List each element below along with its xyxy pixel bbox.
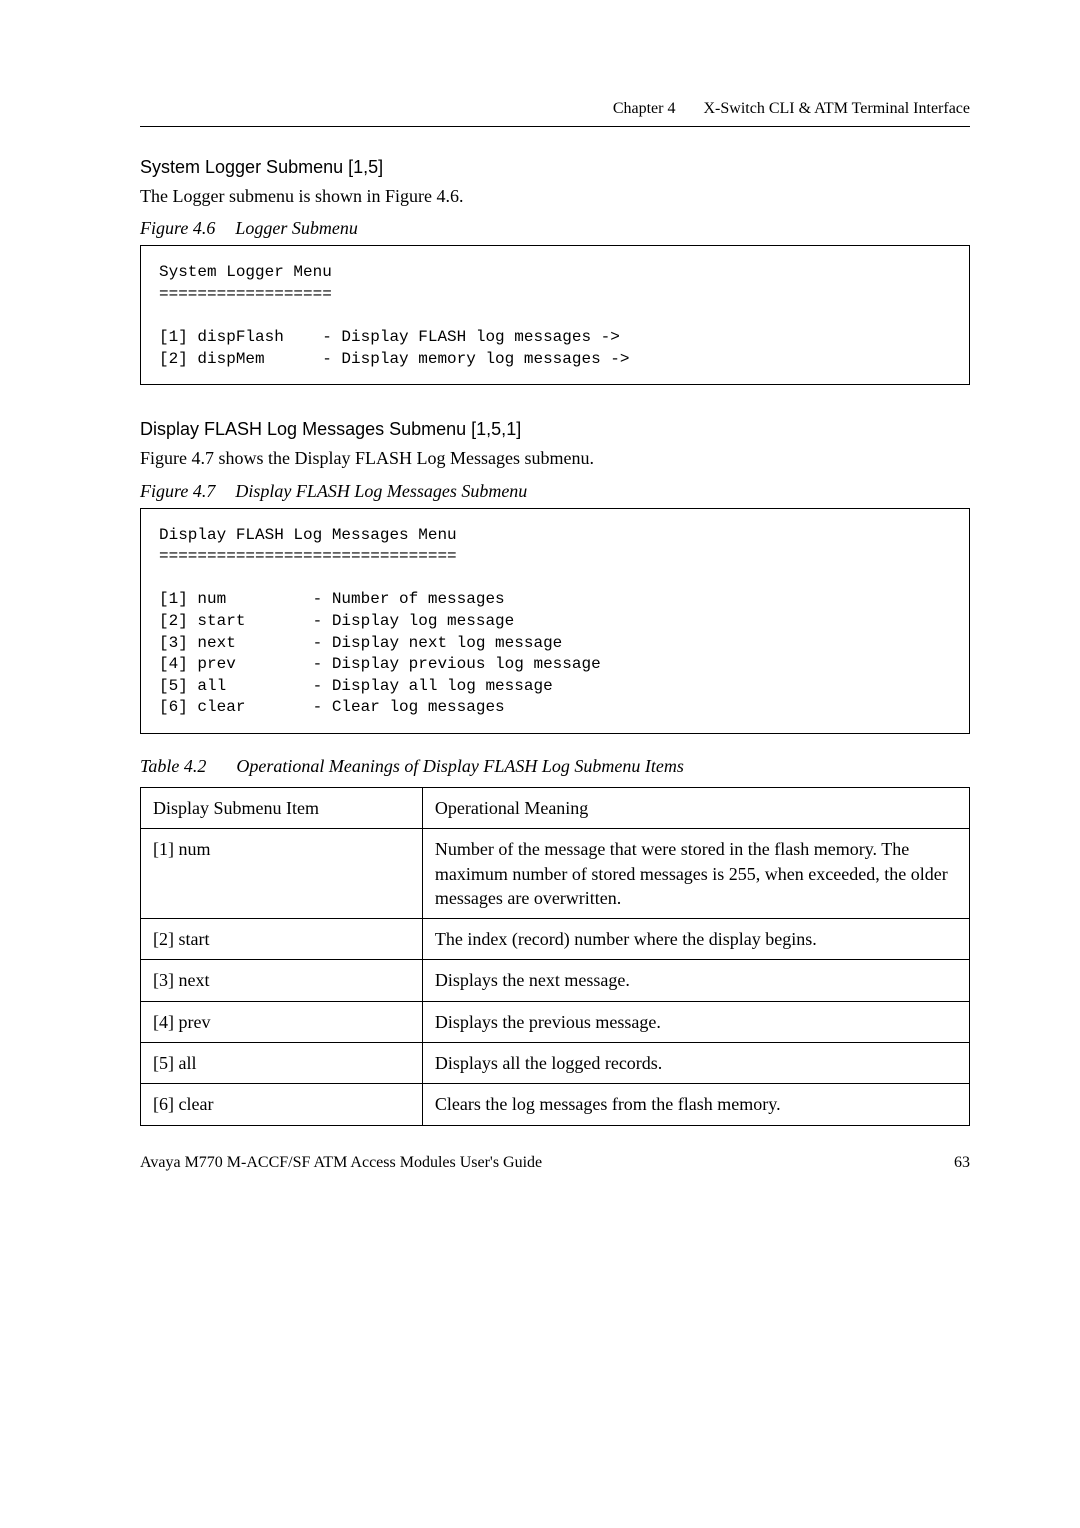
figure46-caption: Figure 4.6 Logger Submenu [140, 218, 970, 239]
table-cell: Number of the message that were stored i… [422, 829, 969, 919]
figure46-title: Logger Submenu [235, 218, 358, 238]
table-row: [5] all Displays all the logged records. [141, 1042, 970, 1083]
table-cell: Displays the previous message. [422, 1001, 969, 1042]
table-row: [6] clear Clears the log messages from t… [141, 1084, 970, 1125]
figure47-code: Display FLASH Log Messages Menu ========… [140, 508, 970, 734]
table-row: [4] prev Displays the previous message. [141, 1001, 970, 1042]
table-header-row: Display Submenu Item Operational Meaning [141, 787, 970, 828]
table-cell: Displays all the logged records. [422, 1042, 969, 1083]
table-cell: Displays the next message. [422, 960, 969, 1001]
figure47-title: Display FLASH Log Messages Submenu [235, 481, 527, 501]
table-cell: [4] prev [141, 1001, 423, 1042]
table-cell: [5] all [141, 1042, 423, 1083]
table-row: [1] num Number of the message that were … [141, 829, 970, 919]
table42-label: Table 4.2 [140, 756, 206, 776]
table42-title: Operational Meanings of Display FLASH Lo… [236, 756, 683, 776]
header-rule [140, 126, 970, 127]
figure47-label: Figure 4.7 [140, 481, 215, 501]
table42-caption: Table 4.2 Operational Meanings of Display… [140, 756, 970, 777]
chapter-number: Chapter 4 [613, 100, 676, 117]
table-cell: The index (record) number where the disp… [422, 919, 969, 960]
figure47-caption: Figure 4.7 Display FLASH Log Messages Sub… [140, 481, 970, 502]
section2-intro: Figure 4.7 shows the Display FLASH Log M… [140, 446, 970, 470]
table-cell: [3] next [141, 960, 423, 1001]
table-row: [3] next Displays the next message. [141, 960, 970, 1001]
table-row: [2] start The index (record) number wher… [141, 919, 970, 960]
operational-table: Display Submenu Item Operational Meaning… [140, 787, 970, 1126]
chapter-header: Chapter 4 X-Switch CLI & ATM Terminal Int… [140, 100, 970, 118]
chapter-title: X-Switch CLI & ATM Terminal Interface [703, 100, 970, 117]
table-cell: [6] clear [141, 1084, 423, 1125]
table-cell: [2] start [141, 919, 423, 960]
table-header-0: Display Submenu Item [141, 787, 423, 828]
section-heading-flashlog: Display FLASH Log Messages Submenu [1,5,… [140, 419, 970, 440]
table-header-1: Operational Meaning [422, 787, 969, 828]
table-cell: Clears the log messages from the flash m… [422, 1084, 969, 1125]
figure46-label: Figure 4.6 [140, 218, 215, 238]
section1-intro: The Logger submenu is shown in Figure 4.… [140, 184, 970, 208]
figure46-code: System Logger Menu ================== [1… [140, 245, 970, 385]
footer-left: Avaya M770 M-ACCF/SF ATM Access Modules … [140, 1154, 542, 1172]
page-footer: Avaya M770 M-ACCF/SF ATM Access Modules … [140, 1154, 970, 1172]
footer-right: 63 [954, 1154, 970, 1172]
section-heading-logger: System Logger Submenu [1,5] [140, 157, 970, 178]
table-cell: [1] num [141, 829, 423, 919]
